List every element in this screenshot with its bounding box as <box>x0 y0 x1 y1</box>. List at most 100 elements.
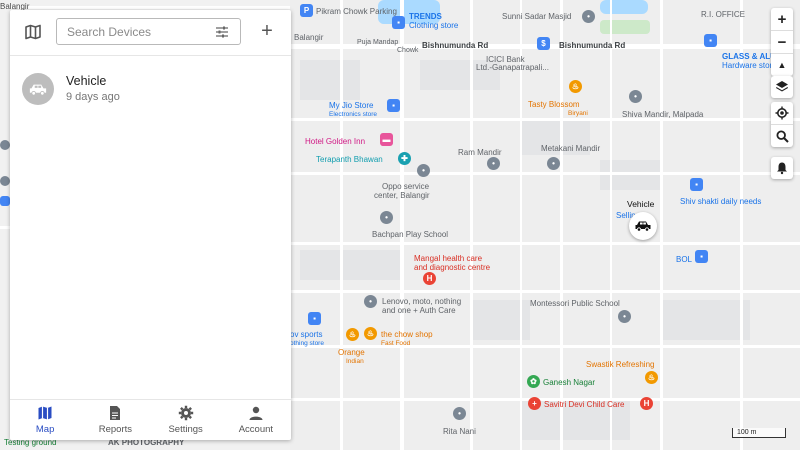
restaurant-icon: ♨ <box>346 328 359 341</box>
place-label: Chowk <box>397 47 419 54</box>
temple-icon: • <box>629 90 642 103</box>
alarm-control <box>771 157 793 179</box>
store-pin-icon <box>0 196 10 206</box>
shop-icon: ▪ <box>704 34 717 47</box>
place-pin-icon: • <box>453 407 466 420</box>
place-label: and diagnostic centre <box>414 263 491 272</box>
nav-reports[interactable]: Reports <box>80 400 150 440</box>
gear-icon <box>178 405 193 421</box>
community-icon: ✚ <box>398 152 411 165</box>
bank-icon: $ <box>537 37 550 50</box>
place-label: Swastik Refreshing <box>586 360 655 369</box>
place-label: Biryani <box>568 110 588 117</box>
nav-label: Reports <box>98 424 132 435</box>
place-label: Pikram Chowk Parking <box>316 7 397 16</box>
place-label: Indian <box>346 358 364 365</box>
nav-settings[interactable]: Settings <box>151 400 221 440</box>
my-location-button[interactable] <box>771 102 793 124</box>
place-pin-icon <box>0 176 10 186</box>
nav-account[interactable]: Account <box>221 400 291 440</box>
place-label: Balangir <box>294 33 324 42</box>
road-label: Bishnumunda Rd <box>422 41 489 50</box>
description-icon <box>110 406 121 420</box>
place-label: BOL <box>676 255 693 264</box>
parking-icon: P <box>300 4 313 17</box>
zoom-controls: + − ▲ <box>771 8 793 76</box>
park <box>600 20 650 34</box>
place-label: Montessori Public School <box>530 299 620 308</box>
car-icon <box>635 221 651 232</box>
nav-map[interactable]: Map <box>10 400 80 440</box>
place-label: and one + Auth Care <box>382 306 456 315</box>
shop-icon: ▪ <box>392 16 405 29</box>
temple-icon: • <box>487 157 500 170</box>
hotel-icon: ▬ <box>380 133 393 146</box>
map-search-button[interactable] <box>771 124 793 147</box>
place-label: Terapanth Bhawan <box>316 155 383 164</box>
nav-label: Account <box>238 424 274 435</box>
add-device-button[interactable]: + <box>256 21 278 43</box>
device-avatar <box>22 73 54 105</box>
locate-control <box>771 102 793 147</box>
place-label: Ltd.-Ganapatrapali... <box>476 63 549 72</box>
nav-label: Map <box>35 424 55 435</box>
clinic-icon: + <box>528 397 541 410</box>
road-label: Bishnumunda Rd <box>559 41 626 50</box>
person-icon <box>249 406 263 420</box>
zoom-out-button[interactable]: − <box>771 30 793 53</box>
place-pin-icon: • <box>380 211 393 224</box>
map-icon <box>38 406 52 420</box>
pond <box>600 0 648 14</box>
place-pin-icon: • <box>364 295 377 308</box>
shop-icon: ▪ <box>690 178 703 191</box>
place-label: Savitri Devi Child Care <box>544 400 625 409</box>
search-icon <box>775 129 789 143</box>
map-icon[interactable] <box>24 23 42 41</box>
zoom-in-button[interactable]: + <box>771 8 793 30</box>
place-label: Shiva Mandir, Malpada <box>622 110 704 119</box>
restaurant-icon: ♨ <box>569 80 582 93</box>
tune-icon[interactable] <box>215 25 229 39</box>
place-label: Hardware store <box>722 61 777 70</box>
school-icon: • <box>618 310 631 323</box>
device-list-item[interactable]: Vehicle 9 days ago <box>10 65 291 113</box>
hospital-icon: H <box>423 272 436 285</box>
device-last-seen: 9 days ago <box>66 91 120 103</box>
compass-button[interactable]: ▲ <box>771 53 793 76</box>
search-input[interactable] <box>57 19 207 44</box>
restaurant-icon: ♨ <box>364 327 377 340</box>
temple-icon: • <box>547 157 560 170</box>
shop-icon: ▪ <box>695 250 708 263</box>
shop-icon: ▪ <box>387 99 400 112</box>
place-label: Hotel Golden Inn <box>305 137 366 146</box>
devices-panel: + Vehicle 9 days ago Map Reports Setting… <box>10 10 291 440</box>
layers-icon <box>776 81 788 92</box>
place-pin-icon <box>0 140 10 150</box>
car-icon <box>29 84 47 96</box>
place-label: Clothing store <box>409 21 459 30</box>
place-label: Rita Nani <box>443 427 476 436</box>
devices-toolbar: + <box>10 10 291 56</box>
mosque-icon: • <box>582 10 595 23</box>
layers-button[interactable] <box>771 76 793 98</box>
scale-bar: 100 m <box>732 428 786 438</box>
place-label: Electronics store <box>329 111 378 118</box>
device-name: Vehicle <box>66 74 107 88</box>
bottom-navigation: Map Reports Settings Account <box>10 399 291 440</box>
notifications-button[interactable] <box>771 157 793 179</box>
shop-icon: ▪ <box>308 312 321 325</box>
vehicle-marker-label: Vehicle <box>627 199 655 209</box>
place-label: Ganesh Nagar <box>543 378 596 387</box>
nav-label: Settings <box>168 424 203 435</box>
hospital-icon: H <box>640 397 653 410</box>
search-box <box>56 18 241 45</box>
layers-control <box>771 76 793 98</box>
bell-icon <box>777 162 787 175</box>
place-pin-icon: • <box>417 164 430 177</box>
place-label: center, Balangir <box>374 191 430 200</box>
place-label: R.I. OFFICE <box>701 10 745 19</box>
restaurant-icon: ♨ <box>645 371 658 384</box>
park-icon: ✿ <box>527 375 540 388</box>
place-label: Puja Mandap <box>357 39 399 46</box>
vehicle-marker[interactable] <box>629 212 657 240</box>
